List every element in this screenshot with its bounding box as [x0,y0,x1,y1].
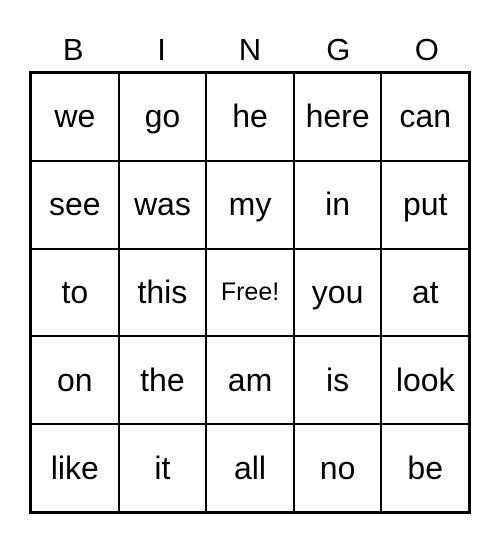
header-letter-i: I [157,32,166,67]
header-letter-g: G [326,32,351,67]
bingo-cell[interactable]: go [118,73,207,161]
bingo-cell[interactable]: was [118,160,207,249]
bingo-cell[interactable]: be [381,424,469,512]
bingo-cell[interactable]: look [381,336,469,425]
bingo-grid: we go he here can see was my in put to t… [29,71,471,514]
bingo-cell[interactable]: put [381,160,469,249]
bingo-cell[interactable]: at [381,248,469,337]
bingo-cell[interactable]: it [118,424,207,512]
bingo-cell[interactable]: all [206,424,294,512]
bingo-cell[interactable]: can [381,73,469,161]
free-space-cell[interactable]: Free! [206,248,294,337]
bingo-cell[interactable]: am [206,336,294,425]
header-letter-n: N [238,32,262,67]
header-letter-o: O [414,32,439,67]
bingo-cell[interactable]: is [293,336,382,425]
bingo-cell[interactable]: here [293,73,382,161]
bingo-cell[interactable]: no [293,424,382,512]
bingo-cell[interactable]: he [206,73,294,161]
bingo-cell[interactable]: on [31,336,119,425]
bingo-cell[interactable]: my [206,160,294,249]
bingo-cell[interactable]: like [31,424,119,512]
bingo-cell[interactable]: we [31,73,119,161]
bingo-cell[interactable]: see [31,160,119,249]
bingo-cell[interactable]: in [293,160,382,249]
bingo-cell[interactable]: to [31,248,119,337]
bingo-cell[interactable]: this [118,248,207,337]
bingo-cell[interactable]: you [293,248,382,337]
bingo-header: B I N G O [29,30,471,70]
header-letter-b: B [62,32,84,67]
bingo-cell[interactable]: the [118,336,207,425]
